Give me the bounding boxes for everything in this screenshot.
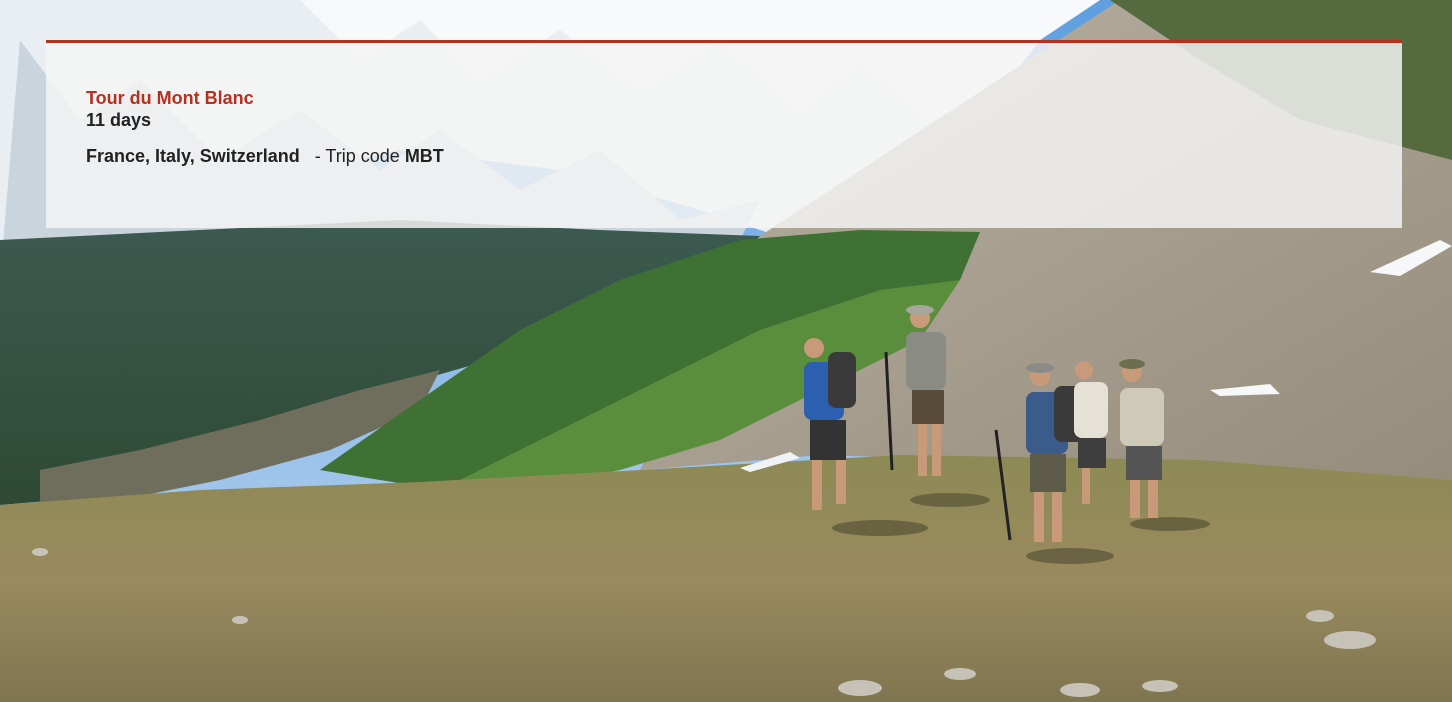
trip-info-card: Tour du Mont Blanc 11 days France, Italy… bbox=[46, 40, 1402, 228]
trip-countries: France, Italy, Switzerland bbox=[86, 146, 300, 166]
trip-meta: France, Italy, Switzerland - Trip code M… bbox=[86, 145, 444, 167]
trip-title: Tour du Mont Blanc bbox=[86, 88, 254, 108]
trip-code-label: - Trip code bbox=[314, 146, 400, 166]
trip-duration: 11 days bbox=[86, 110, 152, 130]
trip-info-content: Tour du Mont Blanc 11 days France, Italy… bbox=[86, 87, 444, 167]
trip-code: MBT bbox=[404, 146, 444, 166]
